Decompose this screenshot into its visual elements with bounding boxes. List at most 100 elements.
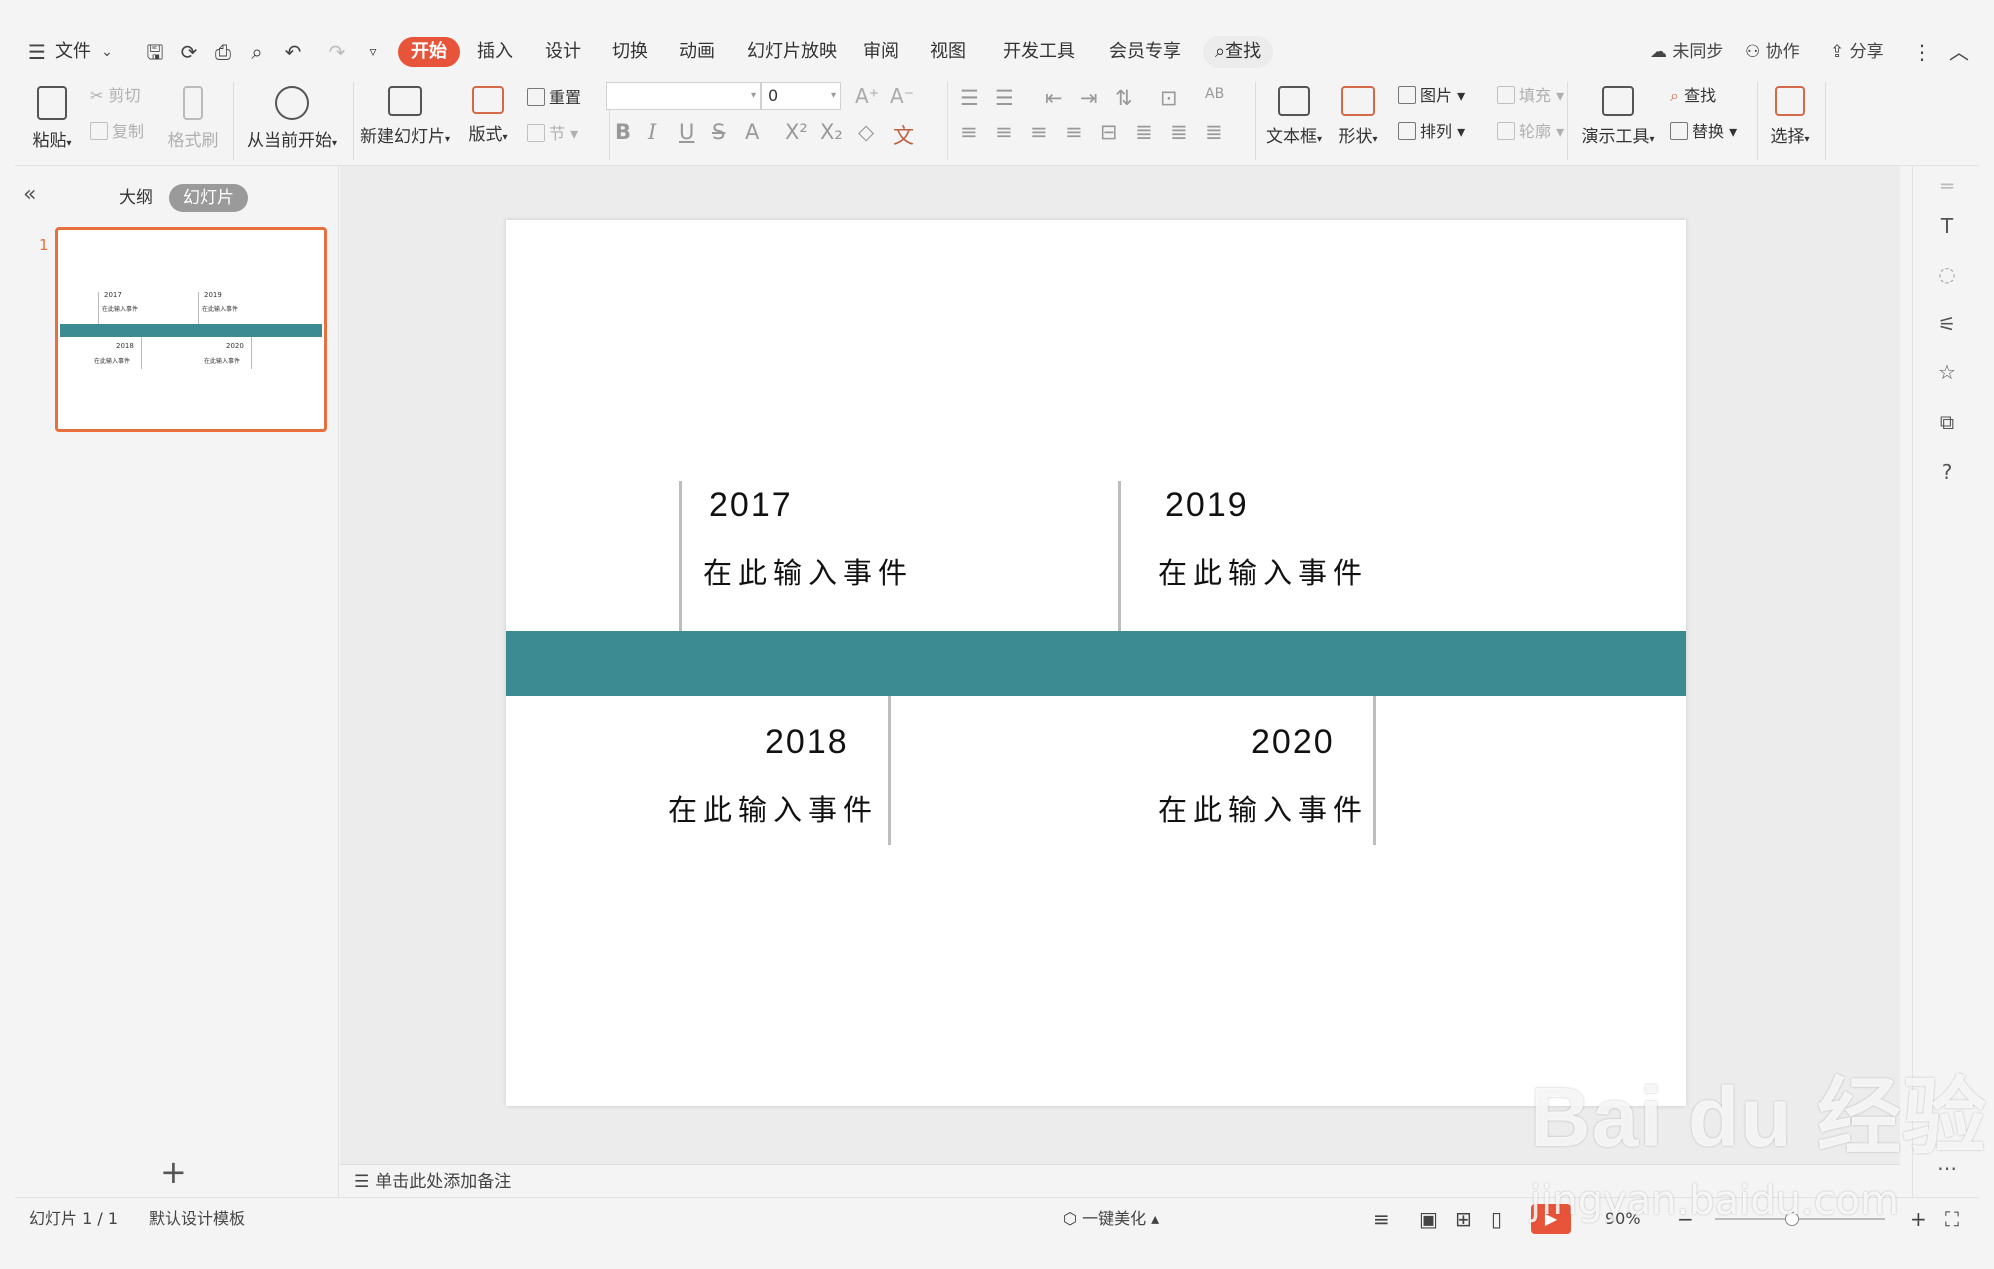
timeline-connector[interactable] [888, 696, 891, 845]
zoom-in-icon[interactable]: + [1910, 1198, 1927, 1240]
add-slide-button[interactable]: + [160, 1153, 187, 1191]
copy-button[interactable]: 复制 [90, 120, 144, 144]
animation-settings-icon[interactable]: ⚟ [1935, 312, 1959, 336]
beautify-button[interactable]: ⬡ 一键美化 ▴ [1063, 1198, 1159, 1240]
event-text[interactable]: 在此输入事件 [1158, 550, 1368, 592]
timeline-connector[interactable] [1373, 696, 1376, 845]
text-style-icon[interactable]: T [1935, 214, 1959, 238]
event-year-2020[interactable]: 2020 [1251, 723, 1335, 762]
event-text[interactable]: 在此输入事件 [703, 550, 913, 592]
font-family-select[interactable]: ▾ [606, 82, 761, 110]
smart-art-icon[interactable]: AB [1205, 86, 1224, 102]
font-color-icon[interactable]: A [745, 120, 759, 144]
chevron-down-icon[interactable]: ⌄ [95, 40, 119, 64]
strikethrough-icon[interactable]: S [712, 120, 725, 144]
replace-button[interactable]: 替换 ▾ [1670, 120, 1737, 144]
increase-font-icon[interactable]: A⁺ [855, 84, 879, 108]
find-button[interactable]: ⌕ 查找 [1670, 84, 1716, 108]
search-button[interactable]: ⌕查找 [1203, 36, 1274, 68]
timeline-band[interactable] [506, 631, 1686, 696]
tab-member[interactable]: 会员专享 [1109, 30, 1181, 74]
tab-outline[interactable]: 大纲 [119, 184, 153, 212]
tab-slideshow[interactable]: 幻灯片放映 [747, 30, 837, 74]
collaborate-button[interactable]: ⚇ 协作 [1745, 30, 1800, 74]
event-year-2018[interactable]: 2018 [765, 723, 849, 762]
section-button[interactable]: 节 ▾ [527, 122, 578, 146]
lightbulb-icon[interactable]: ◌ [1935, 262, 1959, 286]
decrease-indent-icon[interactable]: ⇤ [1045, 86, 1063, 110]
play-from-current-button[interactable]: 从当前开始▾ [237, 82, 347, 151]
text-direction-icon[interactable]: ⇅ [1115, 86, 1133, 110]
drag-handle-icon[interactable]: ═ [1935, 174, 1959, 198]
event-text[interactable]: 在此输入事件 [668, 787, 878, 829]
slide-thumbnail[interactable]: 2017 在此输入事件 2019 在此输入事件 2018 在此输入事件 2020… [55, 227, 327, 432]
decrease-font-icon[interactable]: A⁻ [890, 84, 914, 108]
timeline-connector[interactable] [1118, 481, 1121, 631]
numbered-list-icon[interactable]: ☰ [995, 86, 1014, 110]
tab-view[interactable]: 视图 [930, 30, 966, 74]
cloud-save-icon[interactable]: ⟳ [177, 40, 201, 64]
help-icon[interactable]: ? [1935, 460, 1959, 484]
select-button[interactable]: 选择▾ [1765, 82, 1815, 147]
undo-icon[interactable]: ↶ [281, 40, 305, 64]
event-year-2017[interactable]: 2017 [709, 486, 793, 525]
picture-button[interactable]: 图片 ▾ [1398, 84, 1465, 108]
columns-icon[interactable]: ≣ [1205, 120, 1223, 144]
arrange-button[interactable]: 排列 ▾ [1398, 120, 1465, 144]
fit-window-icon[interactable]: ⛶ [1945, 1198, 1959, 1240]
print-preview-icon[interactable]: ⌕ [245, 40, 269, 64]
distribute-icon[interactable]: ⊟ [1100, 120, 1118, 144]
tab-developer[interactable]: 开发工具 [1003, 30, 1075, 74]
slide[interactable]: 2017 在此输入事件 2019 在此输入事件 2018 在此输入事件 2020… [506, 220, 1686, 1106]
line-spacing-icon[interactable]: ≣ [1135, 120, 1153, 144]
eraser-icon[interactable]: ◇ [858, 120, 874, 144]
transition-icon[interactable]: ⧉ [1935, 410, 1959, 434]
subscript-icon[interactable]: X₂ [820, 120, 843, 144]
outline-button[interactable]: 轮廓 ▾ [1497, 120, 1564, 144]
template-name[interactable]: 默认设计模板 [149, 1198, 245, 1240]
save-icon[interactable]: 🖫 [143, 40, 167, 64]
increase-indent-icon[interactable]: ⇥ [1080, 86, 1098, 110]
tab-review[interactable]: 审阅 [863, 30, 899, 74]
print-icon[interactable]: ⎙ [211, 40, 235, 64]
italic-icon[interactable]: I [648, 120, 656, 144]
format-painter-button[interactable]: 格式刷 [163, 82, 223, 151]
align-left-icon[interactable]: ≡ [960, 120, 978, 144]
hamburger-icon[interactable]: ☰ [25, 40, 49, 64]
file-menu[interactable]: 文件 [55, 30, 91, 74]
tab-transitions[interactable]: 切换 [612, 30, 648, 74]
align-text-icon[interactable]: ⊡ [1160, 86, 1178, 110]
textbox-button[interactable]: 文本框▾ [1262, 82, 1326, 147]
tab-design[interactable]: 设计 [545, 30, 581, 74]
justify-icon[interactable]: ≡ [1065, 120, 1083, 144]
superscript-icon[interactable]: X² [785, 120, 808, 144]
grid-view-icon[interactable]: ⊞ [1455, 1198, 1472, 1240]
font-size-select[interactable]: 0 ▾ [761, 82, 841, 110]
align-right-icon[interactable]: ≡ [1030, 120, 1048, 144]
underline-icon[interactable]: U [679, 120, 694, 144]
paragraph-spacing-icon[interactable]: ≣ [1170, 120, 1188, 144]
redo-icon[interactable]: ↷ [325, 40, 349, 64]
star-icon[interactable]: ☆ [1935, 360, 1959, 384]
paste-button[interactable]: 粘贴▾ [27, 82, 77, 151]
tab-animations[interactable]: 动画 [679, 30, 715, 74]
reset-button[interactable]: 重置 [527, 86, 581, 110]
present-tools-button[interactable]: 演示工具▾ [1578, 82, 1658, 147]
bullet-list-icon[interactable]: ☰ [960, 86, 979, 110]
layout-button[interactable]: 版式▾ [463, 82, 513, 145]
new-slide-button[interactable]: 新建幻灯片▾ [355, 82, 455, 147]
tab-home[interactable]: 开始 [398, 37, 460, 67]
customize-quick-access-icon[interactable]: ▿ [361, 40, 385, 64]
collapse-ribbon-icon[interactable]: ︿ [1947, 40, 1971, 64]
phonetic-icon[interactable]: 文 [893, 120, 914, 150]
cut-button[interactable]: ✂ 剪切 [90, 84, 141, 108]
tab-insert[interactable]: 插入 [477, 30, 513, 74]
align-center-icon[interactable]: ≡ [995, 120, 1013, 144]
shape-button[interactable]: 形状▾ [1333, 82, 1383, 147]
event-year-2019[interactable]: 2019 [1165, 486, 1249, 525]
timeline-connector[interactable] [679, 481, 682, 631]
bold-icon[interactable]: B [615, 120, 631, 144]
more-vertical-icon[interactable]: ⋮ [1910, 40, 1934, 64]
sync-status[interactable]: ☁ 未同步 [1650, 30, 1723, 74]
tab-slides[interactable]: 幻灯片 [169, 184, 248, 212]
